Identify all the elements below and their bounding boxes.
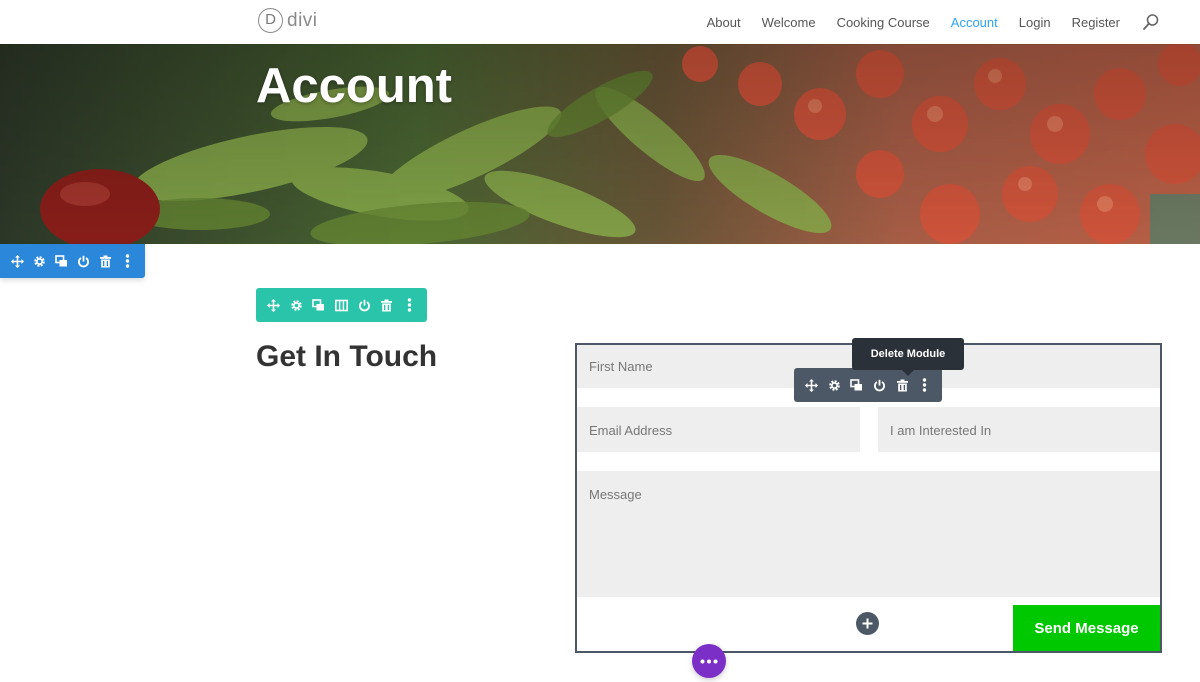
gear-icon[interactable] xyxy=(285,288,308,322)
delete-module-tooltip: Delete Module xyxy=(852,338,964,376)
add-module-button[interactable] xyxy=(856,612,879,635)
trash-icon[interactable] xyxy=(376,288,399,322)
message-field[interactable]: Message xyxy=(577,471,1160,597)
duplicate-icon[interactable] xyxy=(307,288,330,322)
columns-icon[interactable] xyxy=(330,288,353,322)
interest-field[interactable]: I am Interested In xyxy=(878,407,1160,452)
site-logo[interactable]: D divi xyxy=(258,8,318,33)
nav-item-welcome[interactable]: Welcome xyxy=(762,15,816,30)
gear-icon[interactable] xyxy=(823,368,846,402)
move-icon[interactable] xyxy=(800,368,823,402)
plus-icon xyxy=(862,618,873,629)
duplicate-icon[interactable] xyxy=(845,368,868,402)
hero-banner: Account xyxy=(0,44,1200,244)
site-header: D divi About Welcome Cooking Course Acco… xyxy=(0,0,1200,44)
trash-icon[interactable] xyxy=(95,244,117,278)
more-icon[interactable] xyxy=(398,288,421,322)
more-icon[interactable] xyxy=(913,368,936,402)
send-message-button[interactable]: Send Message xyxy=(1013,605,1160,651)
hero-background-image xyxy=(0,44,1200,244)
power-icon[interactable] xyxy=(868,368,891,402)
gear-icon[interactable] xyxy=(28,244,50,278)
page-title: Account xyxy=(256,59,452,113)
move-icon[interactable] xyxy=(6,244,28,278)
email-field[interactable]: Email Address xyxy=(577,407,860,452)
logo-text: divi xyxy=(287,9,318,31)
module-toolbar xyxy=(794,368,942,402)
nav-item-login[interactable]: Login xyxy=(1019,15,1051,30)
row-toolbar xyxy=(256,288,427,322)
duplicate-icon[interactable] xyxy=(50,244,72,278)
section-heading: Get In Touch xyxy=(256,340,438,373)
power-icon[interactable] xyxy=(73,244,95,278)
nav-item-cooking-course[interactable]: Cooking Course xyxy=(837,15,930,30)
logo-mark: D xyxy=(258,8,283,33)
ellipsis-icon xyxy=(700,659,718,663)
search-icon[interactable] xyxy=(1142,13,1160,31)
nav-item-register[interactable]: Register xyxy=(1072,15,1120,30)
power-icon[interactable] xyxy=(353,288,376,322)
main-nav: About Welcome Cooking Course Account Log… xyxy=(686,0,1160,44)
more-icon[interactable] xyxy=(117,244,139,278)
builder-settings-button[interactable] xyxy=(692,644,726,678)
section-toolbar xyxy=(0,244,145,278)
nav-item-about[interactable]: About xyxy=(707,15,741,30)
move-icon[interactable] xyxy=(262,288,285,322)
nav-item-account[interactable]: Account xyxy=(951,15,998,30)
